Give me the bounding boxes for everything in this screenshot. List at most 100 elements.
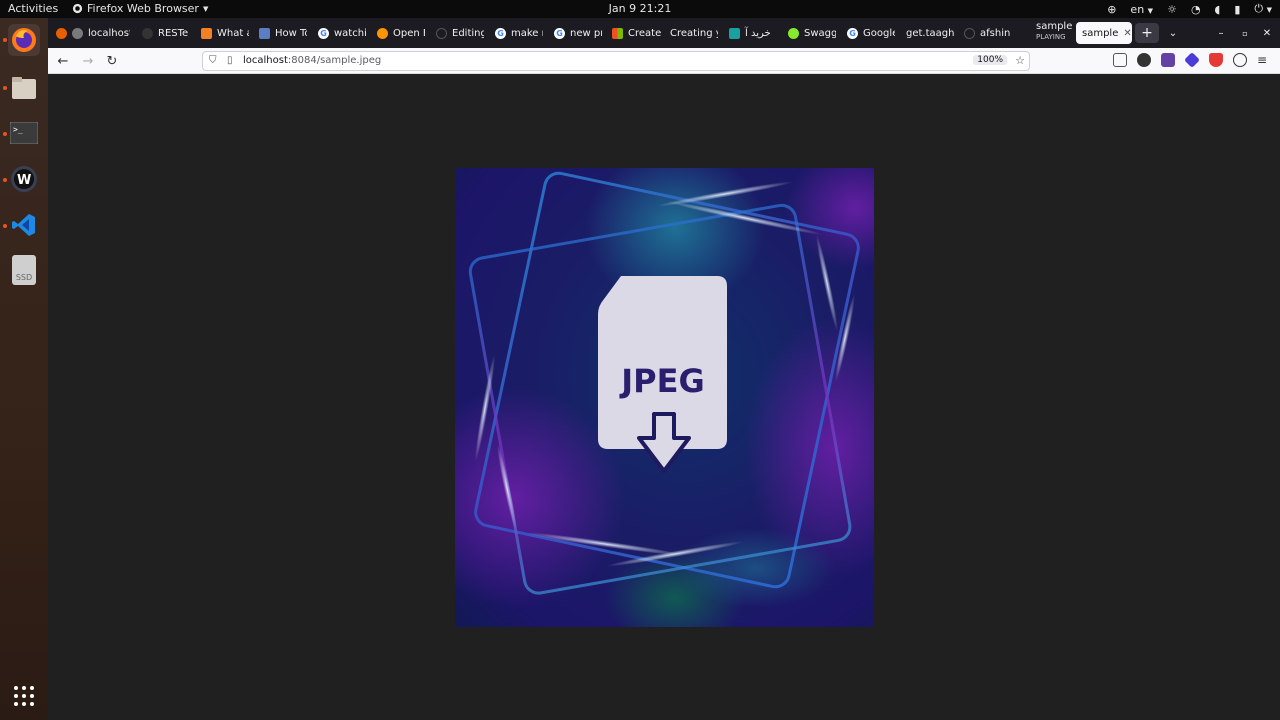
- tab-bar: localhost RESTe What a How To Gwatchi Op…: [48, 18, 1280, 48]
- firefox-view-button[interactable]: [56, 23, 67, 43]
- battery-icon[interactable]: ▮: [1234, 3, 1240, 16]
- tab-label: watchi: [334, 27, 366, 39]
- language-selector[interactable]: en ▼: [1130, 3, 1153, 16]
- tab[interactable]: Gnew pr: [554, 23, 602, 43]
- tab[interactable]: Editing: [436, 23, 484, 43]
- tab[interactable]: localhost: [72, 23, 130, 43]
- account-icon[interactable]: [1137, 53, 1151, 67]
- tab-label: sample: [1036, 21, 1072, 32]
- darkreader-icon[interactable]: [1233, 53, 1247, 67]
- bookmark-star-icon[interactable]: ☆: [1015, 54, 1025, 67]
- shield-icon[interactable]: ⛉: [209, 55, 217, 66]
- github-icon: [964, 27, 975, 39]
- tab[interactable]: Gmake r: [495, 23, 543, 43]
- system-top-bar: Activities Firefox Web Browser ▼ Jan 9 2…: [0, 0, 1280, 18]
- url-bar[interactable]: ⛉ ▯ localhost:8084/sample.jpeg 100% ☆: [202, 51, 1030, 71]
- jpeg-image[interactable]: JPEG: [455, 168, 874, 627]
- tab-label: afshin: [980, 27, 1011, 39]
- tab-playing[interactable]: sample PLAYING: [1036, 21, 1072, 45]
- show-applications-button[interactable]: [8, 680, 40, 712]
- close-icon: ✕: [1262, 27, 1272, 39]
- svg-text:>_: >_: [13, 125, 23, 134]
- firefox-dock-icon[interactable]: [8, 24, 40, 56]
- tab[interactable]: Open E: [377, 23, 425, 43]
- tab-label: Open E: [393, 27, 425, 39]
- tab-label: How To: [275, 27, 307, 39]
- jpeg-artwork: JPEG: [455, 168, 874, 627]
- tab[interactable]: Gwatchi: [318, 23, 366, 43]
- minimize-button[interactable]: –: [1214, 23, 1228, 43]
- url-text: localhost:8084/sample.jpeg: [243, 55, 381, 66]
- zoom-level[interactable]: 100%: [973, 55, 1007, 65]
- files-dock-icon[interactable]: [8, 72, 40, 104]
- page-icon[interactable]: ▯: [227, 55, 233, 66]
- tab-label: What a: [217, 27, 249, 39]
- new-tab-button[interactable]: +: [1135, 23, 1159, 43]
- power-icon[interactable]: ⏻ ▼: [1254, 2, 1272, 16]
- extension-icon[interactable]: [1184, 52, 1200, 68]
- ssd-label: SSD: [15, 273, 33, 282]
- plus-icon: +: [1141, 25, 1153, 41]
- tab-playing-label: PLAYING: [1036, 33, 1066, 41]
- twitch-icon[interactable]: [1161, 53, 1175, 67]
- shop-icon: [729, 27, 740, 39]
- ssd-drive-dock-icon[interactable]: SSD: [8, 254, 40, 286]
- tab[interactable]: خرید آ: [729, 23, 779, 43]
- forward-button[interactable]: →: [79, 52, 97, 70]
- brightness-icon[interactable]: ☼: [1167, 3, 1177, 16]
- pocket-icon[interactable]: [1113, 53, 1127, 67]
- tab[interactable]: G Google: [847, 23, 895, 43]
- tab-active[interactable]: sample ✕: [1076, 22, 1132, 44]
- tab[interactable]: RESTe: [142, 23, 190, 43]
- page-icon: [72, 27, 83, 39]
- list-all-tabs-button[interactable]: ⌄: [1165, 23, 1181, 43]
- language-label: en: [1130, 2, 1145, 16]
- reload-button[interactable]: ↻: [103, 52, 121, 70]
- tab-label: sample: [1082, 27, 1119, 39]
- tab[interactable]: get.taagh: [906, 23, 954, 43]
- ublock-icon[interactable]: [1209, 53, 1223, 67]
- microsoft-icon: [612, 27, 623, 39]
- back-button[interactable]: ←: [54, 52, 72, 70]
- tab[interactable]: Create: [612, 23, 662, 43]
- dock: >_ W SSD: [0, 18, 48, 720]
- navigation-toolbar: ← → ↻ ⛉ ▯ localhost:8084/sample.jpeg 100…: [48, 48, 1280, 74]
- close-window-button[interactable]: ✕: [1260, 23, 1274, 43]
- google-icon: G: [318, 27, 329, 39]
- app-menu[interactable]: Firefox Web Browser ▼: [72, 2, 208, 15]
- activities-button[interactable]: Activities: [8, 2, 58, 15]
- google-icon: G: [495, 27, 506, 39]
- tab-label: Google: [863, 27, 895, 39]
- tab[interactable]: Swagg: [788, 23, 836, 43]
- tab-label: new pr: [570, 27, 602, 39]
- google-icon: G: [554, 27, 565, 39]
- tab[interactable]: What a: [201, 23, 249, 43]
- swagger-icon: [788, 27, 799, 39]
- tab-label: خرید آ: [745, 27, 771, 39]
- running-indicator: [3, 38, 7, 42]
- vscode-dock-icon[interactable]: [8, 209, 40, 241]
- firefox-icon: [72, 3, 83, 14]
- tab[interactable]: afshin: [964, 23, 1012, 43]
- menu-icon[interactable]: ≡: [1255, 53, 1269, 67]
- volume-icon[interactable]: ◖: [1215, 3, 1221, 16]
- app-grid-icon: [14, 686, 34, 706]
- tab-label: Create: [628, 27, 662, 39]
- tab[interactable]: How To: [259, 23, 307, 43]
- webstorm-dock-icon[interactable]: W: [8, 163, 40, 195]
- running-indicator: [3, 178, 7, 182]
- running-indicator: [3, 132, 7, 136]
- arrow-left-icon: ←: [57, 53, 69, 69]
- wifi-icon[interactable]: ◔: [1191, 3, 1201, 16]
- tab[interactable]: Creating y: [670, 23, 718, 43]
- arrow-right-icon: →: [82, 53, 94, 69]
- terminal-dock-icon[interactable]: >_: [8, 117, 40, 149]
- close-tab-icon[interactable]: ✕: [1123, 28, 1131, 39]
- clock[interactable]: Jan 9 21:21: [609, 2, 672, 15]
- accessibility-icon[interactable]: ⊕: [1107, 3, 1116, 16]
- running-indicator: [3, 86, 7, 90]
- running-indicator: [3, 224, 7, 228]
- restore-button[interactable]: ▫: [1238, 23, 1252, 43]
- reload-icon: ↻: [106, 53, 118, 69]
- page-content: JPEG: [48, 74, 1280, 720]
